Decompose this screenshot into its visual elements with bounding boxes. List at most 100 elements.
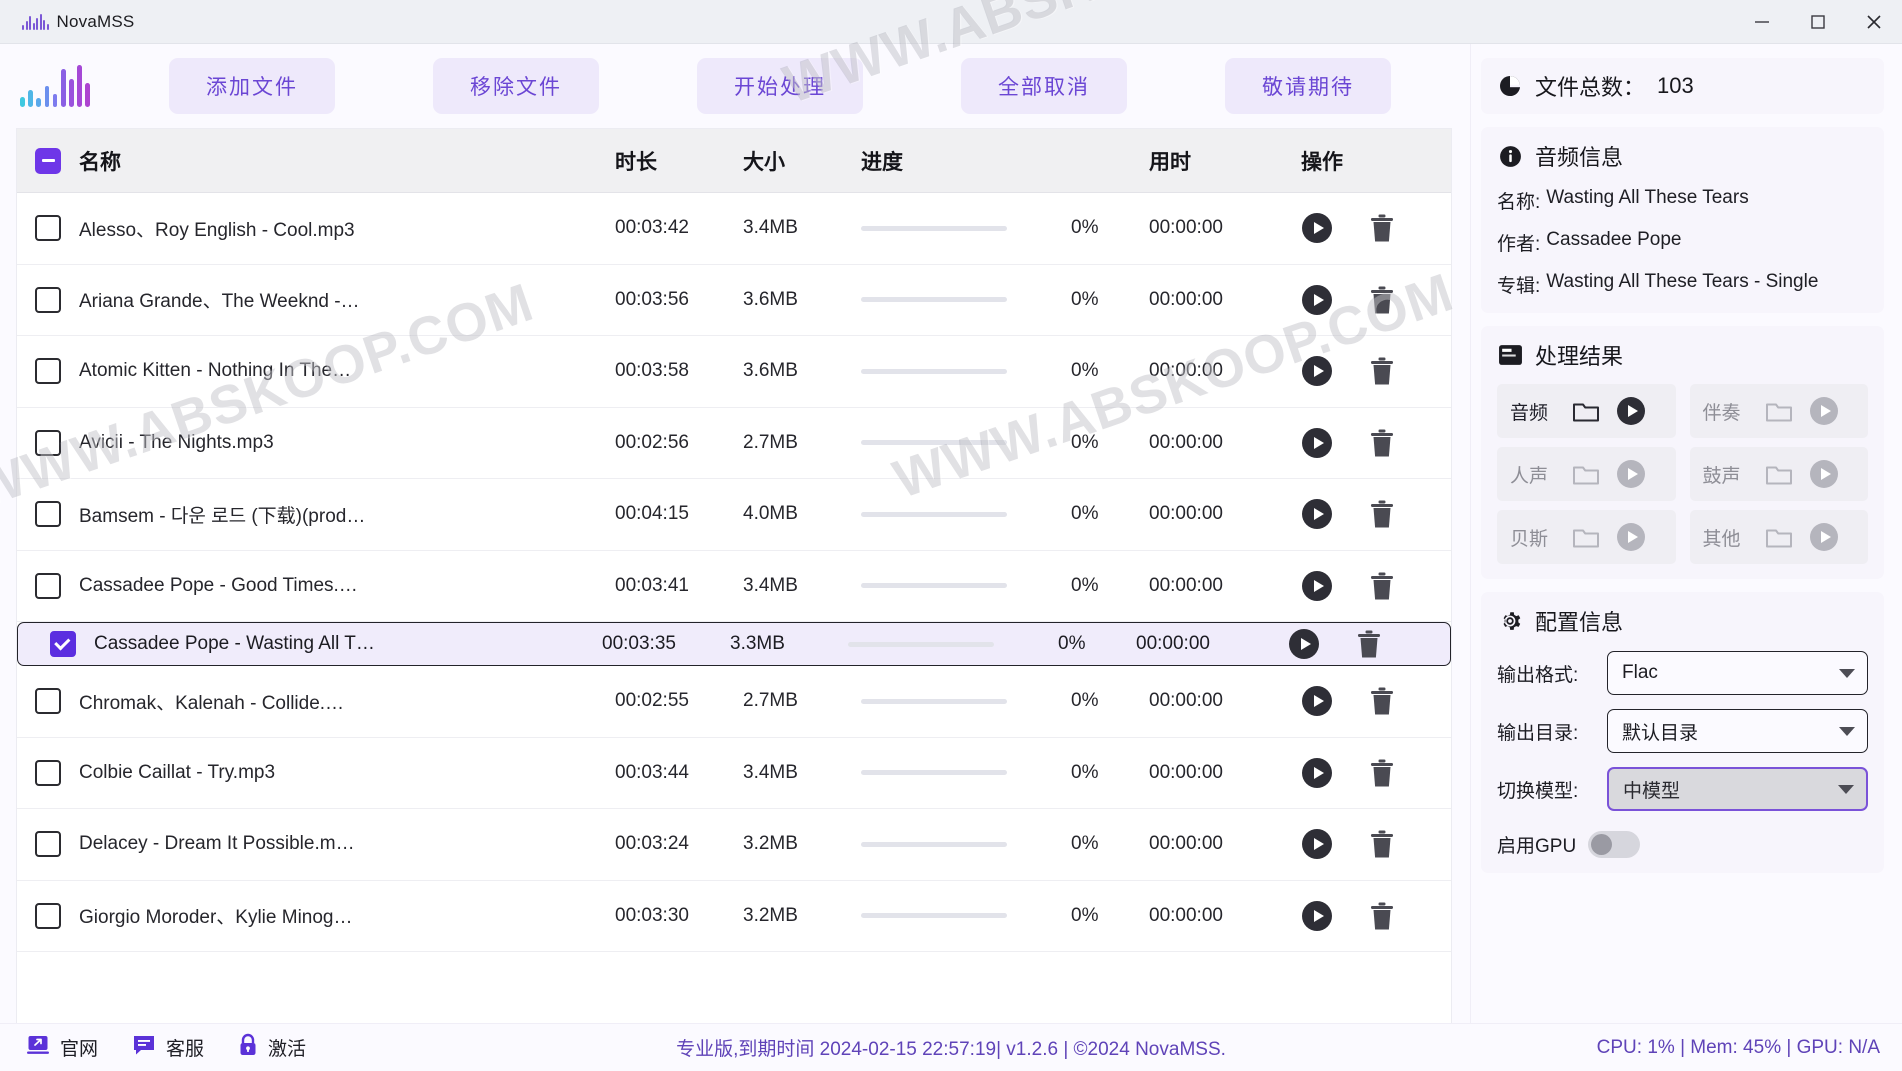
row-actions [1301,212,1451,244]
row-checkbox-cell [17,760,79,786]
row-progress-percent: 0% [1071,217,1149,239]
row-checkbox[interactable] [50,631,76,657]
table-row[interactable]: Chromak、Kalenah - Collide.…00:02:552.7MB… [17,666,1451,738]
row-progress-cell [848,642,1058,647]
status-bar: 官网 客服 激活 专业版,到期时间 2024-02-15 22:57:19| v… [0,1023,1902,1071]
row-duration: 00:04:15 [615,503,743,525]
table-row[interactable]: Ariana Grande、The Weeknd -…00:03:563.6MB… [17,265,1451,337]
row-delete-button[interactable] [1369,213,1395,243]
output-format-value: Flac [1622,662,1658,684]
activate-link[interactable]: 激活 [238,1033,306,1063]
row-checkbox-cell [17,831,79,857]
row-play-button[interactable] [1301,212,1333,244]
row-checkbox-cell [17,903,79,929]
output-format-select[interactable]: Flac [1607,651,1868,695]
remove-files-button[interactable]: 移除文件 [433,58,599,114]
row-play-button[interactable] [1301,685,1333,717]
table-row[interactable]: Delacey - Dream It Possible.m…00:03:243.… [17,809,1451,881]
audio-info-album-key: 专辑: [1497,271,1540,298]
switch-model-select[interactable]: 中模型 [1607,767,1868,811]
row-play-button[interactable] [1301,900,1333,932]
cancel-all-button[interactable]: 全部取消 [961,58,1127,114]
row-checkbox[interactable] [35,430,61,456]
table-row[interactable]: Alesso、Roy English - Cool.mp300:03:423.4… [17,193,1451,265]
result-play-button [1809,522,1839,552]
close-button[interactable] [1846,0,1902,44]
table-row[interactable]: Avicii - The Nights.mp300:02:562.7MB0%00… [17,408,1451,480]
result-play-button[interactable] [1616,396,1646,426]
row-play-button[interactable] [1301,570,1333,602]
row-checkbox[interactable] [35,501,61,527]
row-play-button[interactable] [1301,828,1333,860]
add-files-button[interactable]: 添加文件 [169,58,335,114]
row-checkbox[interactable] [35,903,61,929]
select-all-checkbox[interactable] [35,148,61,174]
result-open-folder-button[interactable] [1572,400,1600,423]
row-file-name: Alesso、Roy English - Cool.mp3 [79,215,615,242]
table-row[interactable]: Cassadee Pope - Good Times.…00:03:413.4M… [17,551,1451,623]
row-checkbox[interactable] [35,358,61,384]
row-checkbox[interactable] [35,688,61,714]
coming-soon-button[interactable]: 敬请期待 [1225,58,1391,114]
header-size: 大小 [743,146,861,176]
row-delete-button[interactable] [1369,901,1395,931]
row-delete-button[interactable] [1369,686,1395,716]
row-file-name: Cassadee Pope - Wasting All T… [94,633,602,655]
support-link[interactable]: 客服 [132,1034,204,1062]
row-file-name: Cassadee Pope - Good Times.… [79,575,615,597]
output-dir-select[interactable]: 默认目录 [1607,709,1868,753]
row-delete-button[interactable] [1369,571,1395,601]
row-progress-bar [861,226,1007,231]
row-checkbox[interactable] [35,831,61,857]
row-checkbox[interactable] [35,215,61,241]
row-size: 3.2MB [743,833,861,855]
row-progress-cell [861,297,1071,302]
result-open-folder-button [1765,526,1793,549]
result-open-folder-button [1572,463,1600,486]
output-dir-value: 默认目录 [1622,718,1698,745]
table-row[interactable]: Bamsem - 다운 로드 (下载)(prod…00:04:154.0MB0%… [17,479,1451,551]
maximize-button[interactable] [1790,0,1846,44]
row-delete-button[interactable] [1356,629,1382,659]
audio-info-name-row: 名称: Wasting All These Tears [1497,187,1868,214]
row-delete-button[interactable] [1369,356,1395,386]
result-item: 其他 [1690,510,1869,564]
processing-results-card: 处理结果 音频伴奏人声鼓声贝斯其他 [1481,326,1884,579]
row-play-button[interactable] [1301,498,1333,530]
row-play-button[interactable] [1288,628,1320,660]
table-row[interactable]: Colbie Caillat - Try.mp300:03:443.4MB0%0… [17,738,1451,810]
row-progress-percent: 0% [1071,762,1149,784]
row-delete-button[interactable] [1369,285,1395,315]
row-checkbox[interactable] [35,760,61,786]
row-checkbox[interactable] [35,287,61,313]
row-delete-button[interactable] [1369,758,1395,788]
row-file-name: Colbie Caillat - Try.mp3 [79,762,615,784]
table-row[interactable]: Cassadee Pope - Wasting All T…00:03:353.… [17,622,1451,666]
row-play-button[interactable] [1301,427,1333,459]
row-actions [1301,685,1451,717]
row-play-button[interactable] [1301,284,1333,316]
row-checkbox[interactable] [35,573,61,599]
minimize-button[interactable] [1734,0,1790,44]
row-play-button[interactable] [1301,757,1333,789]
row-duration: 00:03:56 [615,289,743,311]
gpu-toggle[interactable] [1588,831,1640,858]
table-row[interactable]: Giorgio Moroder、Kylie Minog…00:03:303.2M… [17,881,1451,953]
row-duration: 00:03:35 [602,633,730,655]
start-processing-button[interactable]: 开始处理 [697,58,863,114]
row-play-button[interactable] [1301,355,1333,387]
chevron-down-icon [1839,669,1855,678]
website-link[interactable]: 官网 [26,1034,98,1062]
row-progress-percent: 0% [1071,289,1149,311]
result-label: 其他 [1703,524,1749,551]
main-body: 添加文件 移除文件 开始处理 全部取消 敬请期待 名称 时长 大小 进度 [0,44,1902,1023]
row-delete-button[interactable] [1369,428,1395,458]
config-title: 配置信息 [1535,605,1623,637]
row-delete-button[interactable] [1369,499,1395,529]
row-delete-button[interactable] [1369,829,1395,859]
table-row[interactable]: Atomic Kitten - Nothing In The…00:03:583… [17,336,1451,408]
title-bar: NovaMSS [0,0,1902,44]
header-progress: 进度 [861,146,1071,176]
pie-chart-icon [1497,73,1523,99]
audio-info-name-key: 名称: [1497,187,1540,214]
